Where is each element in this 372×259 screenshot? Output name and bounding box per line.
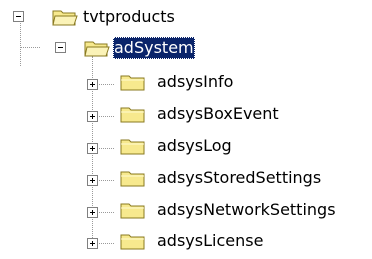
expand-toggle[interactable] [87, 79, 98, 90]
folder-icon [120, 139, 145, 155]
collapse-toggle[interactable] [13, 11, 24, 22]
tree-view: tvtproducts adSystem adsysInfo adsysBoxE… [0, 0, 372, 259]
folder-icon [120, 203, 145, 219]
tree-node-label[interactable]: adsysBoxEvent [156, 103, 280, 125]
tree-node-label[interactable]: adsysStoredSettings [156, 167, 322, 189]
folder-icon [120, 234, 145, 250]
tree-node-label[interactable]: tvtproducts [82, 6, 176, 28]
tree-node-label[interactable]: adsysLog [156, 135, 233, 157]
tree-node-label[interactable]: adsysNetworkSettings [156, 199, 337, 221]
tree-node-label[interactable]: adsysInfo [156, 71, 234, 93]
tree-node-label[interactable]: adsysLicense [156, 230, 264, 252]
expand-toggle[interactable] [87, 143, 98, 154]
expand-toggle[interactable] [87, 207, 98, 218]
expand-toggle[interactable] [87, 111, 98, 122]
tree-line [20, 20, 21, 66]
folder-icon [120, 107, 145, 123]
tree-line [20, 47, 40, 48]
collapse-toggle[interactable] [55, 42, 66, 53]
tree-node-label[interactable]: adSystem [113, 37, 195, 59]
folder-open-icon [52, 10, 78, 26]
expand-toggle[interactable] [87, 175, 98, 186]
expand-toggle[interactable] [87, 238, 98, 249]
folder-open-icon [84, 41, 110, 57]
folder-icon [120, 171, 145, 187]
folder-icon [120, 75, 145, 91]
